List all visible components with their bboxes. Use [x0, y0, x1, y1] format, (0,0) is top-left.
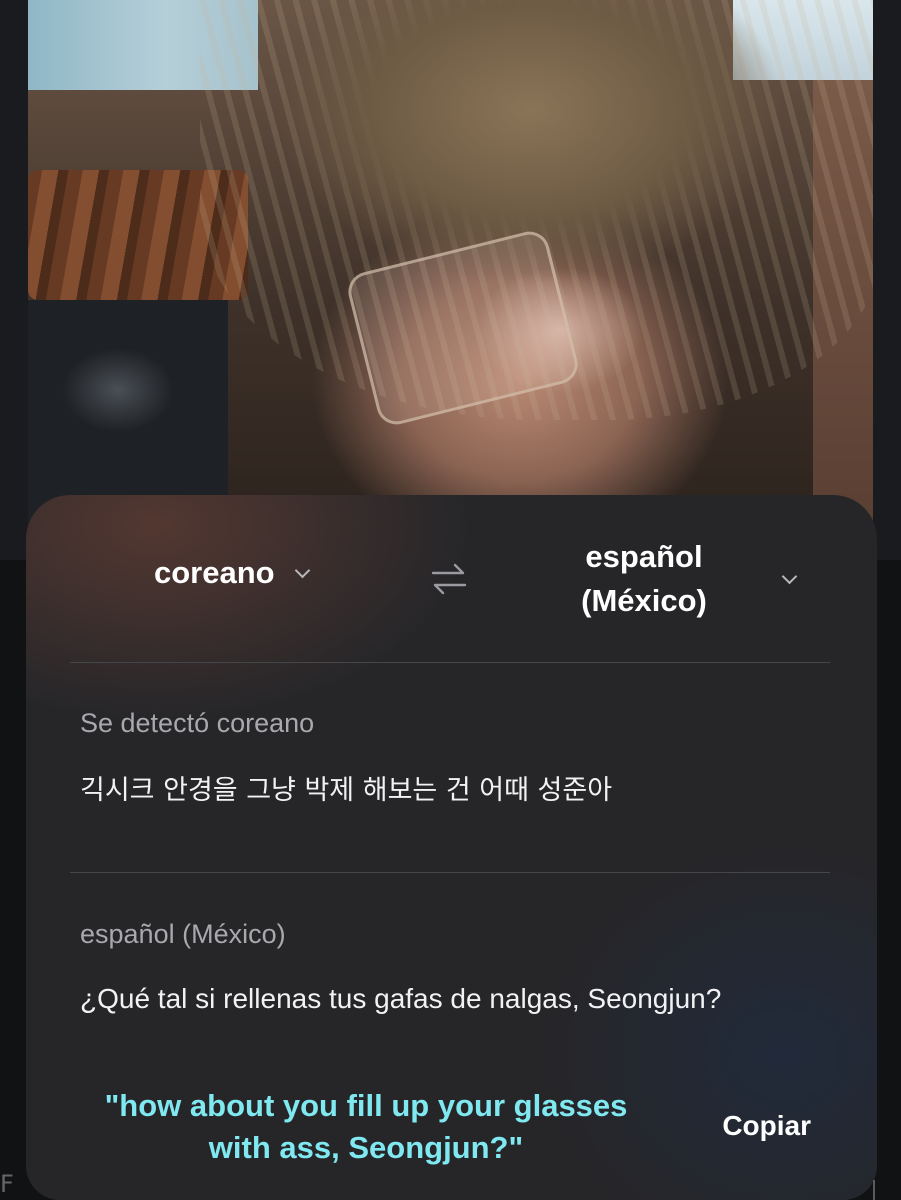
target-language-line1: español — [585, 539, 703, 574]
target-language-label: español (México) — [544, 535, 744, 623]
chevron-down-icon — [294, 562, 310, 578]
copy-button[interactable]: Copiar — [722, 1110, 811, 1142]
screen-edge-left — [0, 0, 28, 560]
divider — [70, 662, 830, 663]
translated-text: ¿Qué tal si rellenas tus gafas de nalgas… — [80, 983, 722, 1014]
swap-arrows-icon[interactable] — [429, 561, 469, 597]
screen: coreano español (México) Se detectó core… — [0, 0, 901, 1200]
target-language-line2: (México) — [581, 583, 707, 618]
subtitle-caption: "how about you fill up your glasses with… — [56, 1085, 676, 1169]
source-language-selector[interactable]: coreano — [154, 555, 310, 591]
chevron-down-icon — [781, 568, 798, 584]
divider — [70, 872, 830, 873]
screen-edge-right — [873, 0, 901, 560]
target-language-heading: español (México) — [80, 919, 286, 949]
screen-edge-glyph: F — [0, 1170, 14, 1198]
target-language-selector[interactable]: español (México) — [556, 535, 798, 623]
detected-language-label: Se detectó coreano — [80, 708, 315, 738]
source-language-label: coreano — [154, 555, 275, 590]
caption-line-1: "how about you fill up your glasses — [104, 1088, 628, 1123]
screen-edge-mark — [873, 1180, 901, 1200]
source-text: 긱시크 안경을 그냥 박제 해보는 건 어때 성준아 — [80, 775, 613, 806]
caption-line-2: with ass, Seongjun?" — [208, 1130, 524, 1165]
translation-sheet: coreano español (México) Se detectó core… — [26, 495, 877, 1200]
background-photo — [0, 0, 901, 560]
language-selector-row: coreano español (México) — [26, 495, 877, 662]
